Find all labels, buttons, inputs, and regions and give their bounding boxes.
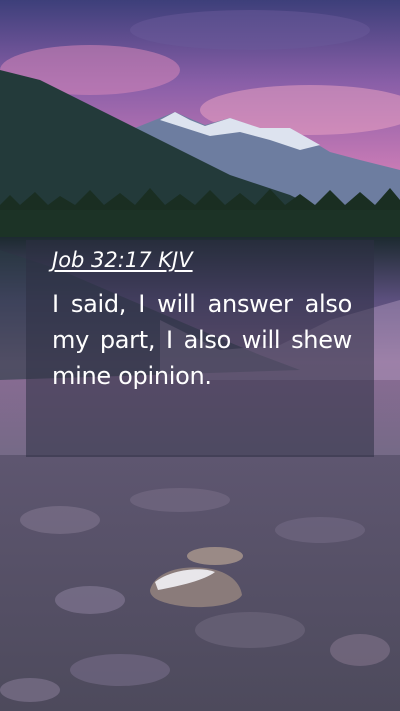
verse-card: Job 32:17 KJV I said, I will answer also… <box>26 240 374 457</box>
verse-reference[interactable]: Job 32:17 KJV <box>52 248 193 272</box>
verse-text: I said, I will answer also my part, I al… <box>52 290 352 390</box>
